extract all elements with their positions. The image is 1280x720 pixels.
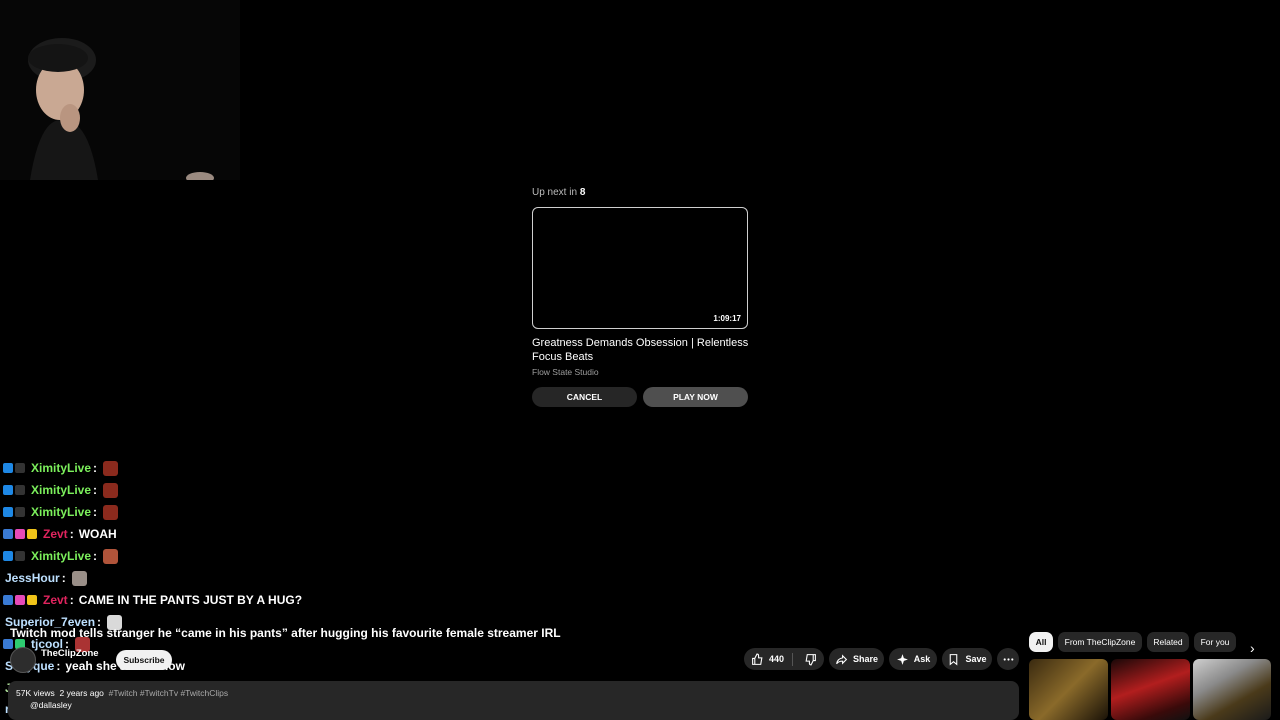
more-actions-button[interactable] bbox=[997, 648, 1019, 670]
ask-button[interactable]: Ask bbox=[889, 648, 937, 670]
like-button[interactable]: 440 bbox=[751, 652, 794, 666]
chat-separator: : bbox=[93, 505, 98, 519]
chat-username[interactable]: XimityLive bbox=[31, 461, 91, 475]
ask-label: Ask bbox=[913, 654, 931, 664]
chat-username[interactable]: XimityLive bbox=[31, 549, 91, 563]
upload-age: 2 years ago bbox=[59, 688, 104, 698]
chat-separator: : bbox=[69, 527, 74, 541]
cancel-button[interactable]: CANCEL bbox=[532, 387, 637, 407]
chat-badge-icon bbox=[27, 529, 37, 539]
upnext-channel: Flow State Studio bbox=[532, 367, 599, 377]
chat-badge-icon bbox=[27, 595, 37, 605]
chat-emote-icon bbox=[103, 482, 119, 498]
chat-badge-icon bbox=[3, 463, 13, 473]
like-dislike-group: 440 bbox=[744, 648, 824, 670]
subscribe-button[interactable]: Subscribe bbox=[116, 650, 172, 670]
chat-badge-icon bbox=[15, 595, 25, 605]
upnext-title[interactable]: Greatness Demands Obsession | Relentless… bbox=[532, 336, 752, 364]
chat-username[interactable]: XimityLive bbox=[31, 505, 91, 519]
chat-message: JessHour : bbox=[3, 568, 87, 588]
chat-emote-icon bbox=[71, 570, 87, 586]
chip-all[interactable]: All bbox=[1029, 632, 1053, 652]
chat-separator: : bbox=[93, 483, 98, 497]
bookmark-icon bbox=[950, 653, 958, 666]
share-button[interactable]: Share bbox=[829, 648, 884, 670]
more-horizontal-icon bbox=[1003, 657, 1013, 661]
chat-badge-icon bbox=[15, 507, 25, 517]
chat-badge-icon bbox=[3, 485, 13, 495]
chip-related[interactable]: Related bbox=[1147, 632, 1189, 652]
chat-message: XimityLive : bbox=[3, 502, 119, 522]
thumbs-down-icon bbox=[805, 653, 816, 665]
chat-badge-icon bbox=[3, 595, 13, 605]
chip-for-you[interactable]: For you bbox=[1194, 632, 1236, 652]
upnext-label: Up next in 8 bbox=[532, 187, 586, 198]
related-thumbnail[interactable] bbox=[1029, 659, 1108, 720]
video-title: Twitch mod tells stranger he “came in hi… bbox=[10, 626, 561, 640]
chat-message: Zevt : WOAH bbox=[3, 524, 117, 544]
chat-emote-icon bbox=[103, 460, 119, 476]
chat-badge-icon bbox=[3, 551, 13, 561]
description-meta: 57K views 2 years ago #Twitch #TwitchTv … bbox=[16, 688, 228, 698]
chat-text: WOAH bbox=[78, 527, 117, 541]
related-thumbnail[interactable] bbox=[1193, 659, 1271, 720]
chevron-right-icon[interactable]: › bbox=[1250, 640, 1255, 656]
chip-from-channel[interactable]: From TheClipZone bbox=[1058, 632, 1142, 652]
chat-badge-icon bbox=[3, 529, 13, 539]
chat-separator: : bbox=[56, 659, 61, 673]
thumbs-up-icon bbox=[752, 653, 763, 665]
view-count: 57K views bbox=[16, 688, 55, 698]
upnext-countdown: 8 bbox=[579, 187, 586, 198]
chat-message: XimityLive : bbox=[3, 458, 119, 478]
chat-text: CAME IN THE PANTS JUST BY A HUG? bbox=[78, 593, 303, 607]
chat-separator: : bbox=[93, 549, 98, 563]
upnext-duration: 1:09:17 bbox=[711, 313, 743, 324]
chat-username[interactable]: JessHour bbox=[5, 571, 60, 585]
channel-avatar[interactable] bbox=[10, 647, 36, 673]
chat-username[interactable]: Zevt bbox=[43, 593, 68, 607]
chat-badge-icon bbox=[15, 485, 25, 495]
chat-badge-icon bbox=[15, 529, 25, 539]
chat-username[interactable]: XimityLive bbox=[31, 483, 91, 497]
sparkle-icon bbox=[896, 653, 908, 665]
chat-separator: : bbox=[69, 593, 74, 607]
description-box[interactable] bbox=[8, 681, 1019, 720]
like-count: 440 bbox=[768, 654, 785, 664]
share-icon bbox=[836, 653, 848, 665]
description-credit[interactable]: @dallasley bbox=[30, 700, 72, 710]
upnext-thumbnail[interactable]: 1:09:17 bbox=[532, 207, 748, 329]
chat-message: XimityLive : bbox=[3, 546, 119, 566]
related-thumbnail[interactable] bbox=[1111, 659, 1190, 720]
chat-badge-icon bbox=[15, 463, 25, 473]
chat-username[interactable]: Zevt bbox=[43, 527, 68, 541]
chat-emote-icon bbox=[103, 548, 119, 564]
chat-emote-icon bbox=[103, 504, 119, 520]
play-now-button[interactable]: PLAY NOW bbox=[643, 387, 748, 407]
share-label: Share bbox=[852, 654, 878, 664]
save-label: Save bbox=[965, 654, 987, 664]
chat-separator: : bbox=[93, 461, 98, 475]
chat-message: Zevt : CAME IN THE PANTS JUST BY A HUG? bbox=[3, 590, 302, 610]
hashtags[interactable]: #Twitch #TwitchTv #TwitchClips bbox=[109, 688, 229, 698]
chat-badge-icon bbox=[15, 551, 25, 561]
dislike-button[interactable] bbox=[798, 653, 817, 666]
chat-message: XimityLive : bbox=[3, 480, 119, 500]
webcam-feed bbox=[0, 0, 240, 180]
chat-separator: : bbox=[61, 571, 66, 585]
channel-name[interactable]: TheClipZone bbox=[41, 648, 99, 659]
chat-badge-icon bbox=[3, 507, 13, 517]
chat-badge-icon bbox=[3, 639, 13, 649]
save-button[interactable]: Save bbox=[942, 648, 992, 670]
